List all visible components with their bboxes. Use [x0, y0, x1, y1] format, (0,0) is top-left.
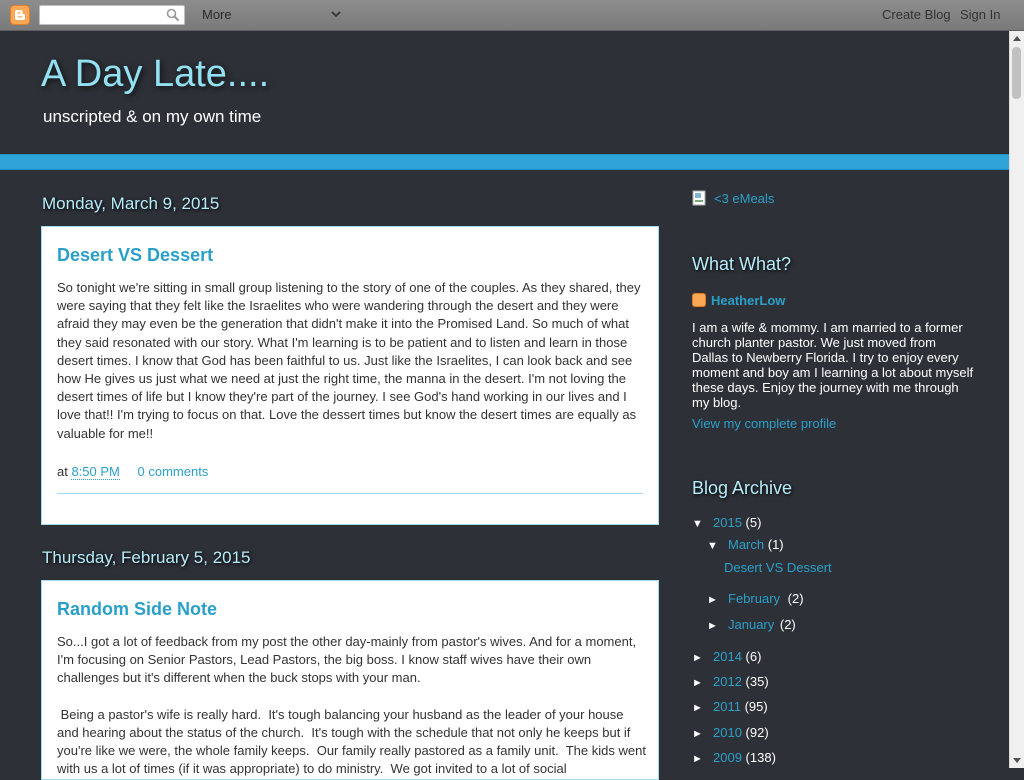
archive-count: (2): [779, 617, 796, 632]
toggle-collapsed-icon[interactable]: ►: [692, 652, 708, 664]
archive-year[interactable]: ► 2010 (92): [692, 725, 769, 740]
scroll-down-arrow-icon[interactable]: [1010, 753, 1024, 768]
post-body: So...I got a lot of feedback from my pos…: [57, 633, 647, 778]
vertical-scrollbar[interactable]: [1009, 31, 1024, 768]
post-title[interactable]: Desert VS Dessert: [57, 245, 213, 266]
blogger-logo-icon[interactable]: [10, 5, 30, 25]
archive-year-link[interactable]: 2014: [713, 649, 742, 664]
archive-month[interactable]: ► January (2): [707, 617, 796, 632]
post-footer-at: at: [57, 464, 68, 479]
toggle-expanded-icon[interactable]: ▼: [707, 540, 723, 552]
archive-widget-title: Blog Archive: [692, 478, 793, 498]
search-input[interactable]: [43, 7, 167, 25]
archive-month[interactable]: ► February (2): [707, 591, 804, 606]
sign-in-link[interactable]: Sign In: [960, 7, 1000, 22]
toggle-collapsed-icon[interactable]: ►: [707, 620, 723, 632]
archive-month-link[interactable]: March: [728, 537, 764, 552]
emeals-link[interactable]: <3 eMeals: [714, 191, 774, 206]
profile-name-link[interactable]: HeatherLow: [711, 293, 785, 308]
blogger-navbar: More Create Blog Sign In: [0, 0, 1024, 31]
blogger-profile-icon: [692, 293, 706, 307]
search-box[interactable]: [39, 5, 185, 25]
blog-header: A Day Late.... unscripted & on my own ti…: [0, 31, 1009, 154]
toggle-collapsed-icon[interactable]: ►: [692, 702, 708, 714]
archive-year[interactable]: ► 2011 (95): [692, 699, 768, 714]
toggle-expanded-icon[interactable]: ▼: [692, 518, 708, 530]
archive-count: (35): [745, 674, 769, 689]
about-widget-title: What What?: [692, 254, 792, 274]
blog-description: unscripted & on my own time: [43, 107, 262, 126]
more-dropdown[interactable]: More: [202, 7, 232, 22]
archive-year-link[interactable]: 2010: [713, 725, 742, 740]
post: Random Side Note So...I got a lot of fee…: [41, 580, 659, 780]
broken-image-icon: [692, 190, 706, 206]
archive-count: (1): [767, 537, 784, 552]
scroll-up-arrow-icon[interactable]: [1010, 31, 1024, 46]
toggle-collapsed-icon[interactable]: ►: [692, 753, 708, 765]
post-body: So tonight we're sitting in small group …: [57, 279, 647, 443]
archive-year-link[interactable]: 2011: [713, 699, 741, 714]
post: Desert VS Dessert So tonight we're sitti…: [41, 226, 659, 525]
toggle-collapsed-icon[interactable]: ►: [692, 677, 708, 689]
profile-name[interactable]: HeatherLow: [692, 293, 785, 308]
create-blog-link[interactable]: Create Blog: [882, 7, 951, 22]
archive-year-link[interactable]: 2015: [713, 515, 742, 530]
archive-year-link[interactable]: 2009: [713, 750, 742, 765]
view-profile-link[interactable]: View my complete profile: [692, 416, 836, 431]
archive-count: (6): [745, 649, 762, 664]
scrollbar-thumb[interactable]: [1012, 47, 1021, 99]
chevron-down-icon[interactable]: [330, 8, 342, 20]
post-paragraph: So tonight we're sitting in small group …: [57, 280, 641, 441]
archive-year[interactable]: ▼ 2015 (5): [692, 515, 761, 530]
post-footer: at 8:50 PM 0 comments: [57, 464, 209, 480]
post-divider: [57, 493, 643, 494]
toggle-collapsed-icon[interactable]: ►: [707, 594, 723, 606]
emeals-widget[interactable]: <3 eMeals: [692, 190, 774, 206]
archive-count: (95): [744, 699, 768, 714]
archive-month-link[interactable]: February: [728, 591, 780, 606]
archive-post-link[interactable]: Desert VS Dessert: [724, 560, 832, 575]
search-icon[interactable]: [166, 8, 180, 22]
date-header: Thursday, February 5, 2015: [42, 548, 251, 567]
post-timestamp[interactable]: 8:50 PM: [71, 464, 120, 480]
archive-year[interactable]: ► 2014 (6): [692, 649, 761, 664]
post-title[interactable]: Random Side Note: [57, 599, 217, 620]
archive-count: (92): [745, 725, 769, 740]
archive-month-link[interactable]: January: [728, 617, 774, 632]
archive-year[interactable]: ► 2012 (35): [692, 674, 769, 689]
post-comments-link[interactable]: 0 comments: [138, 464, 209, 479]
profile-description: I am a wife & mommy. I am married to a f…: [692, 320, 974, 410]
archive-count: (138): [745, 750, 776, 765]
archive-count: (5): [745, 515, 762, 530]
toggle-collapsed-icon[interactable]: ►: [692, 728, 708, 740]
blog-title[interactable]: A Day Late....: [41, 53, 269, 96]
tab-bar: [0, 154, 1009, 170]
archive-month[interactable]: ▼ March (1): [707, 537, 784, 552]
post-paragraph: So...I got a lot of feedback from my pos…: [57, 634, 637, 686]
archive-year[interactable]: ► 2009 (138): [692, 750, 776, 765]
archive-year-link[interactable]: 2012: [713, 674, 742, 689]
date-header: Monday, March 9, 2015: [42, 194, 220, 213]
archive-count: (2): [787, 591, 804, 606]
archive-post[interactable]: Desert VS Dessert: [724, 560, 832, 575]
